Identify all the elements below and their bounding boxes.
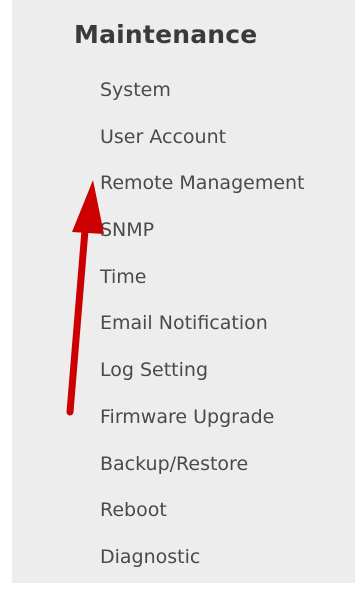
menu-item-backup-restore[interactable]: Backup/Restore bbox=[100, 450, 305, 497]
menu-item-remote-management[interactable]: Remote Management bbox=[100, 169, 305, 216]
menu-item-email-notification[interactable]: Email Notification bbox=[100, 309, 305, 356]
menu-item-reboot[interactable]: Reboot bbox=[100, 496, 305, 543]
menu-item-time[interactable]: Time bbox=[100, 263, 305, 310]
menu-item-snmp[interactable]: SNMP bbox=[100, 216, 305, 263]
menu-item-system[interactable]: System bbox=[100, 76, 305, 123]
maintenance-menu-list: System User Account Remote Management SN… bbox=[100, 76, 305, 590]
menu-item-log-setting[interactable]: Log Setting bbox=[100, 356, 305, 403]
menu-section-title: Maintenance bbox=[74, 20, 258, 49]
menu-item-firmware-upgrade[interactable]: Firmware Upgrade bbox=[100, 403, 305, 450]
menu-item-user-account[interactable]: User Account bbox=[100, 123, 305, 170]
